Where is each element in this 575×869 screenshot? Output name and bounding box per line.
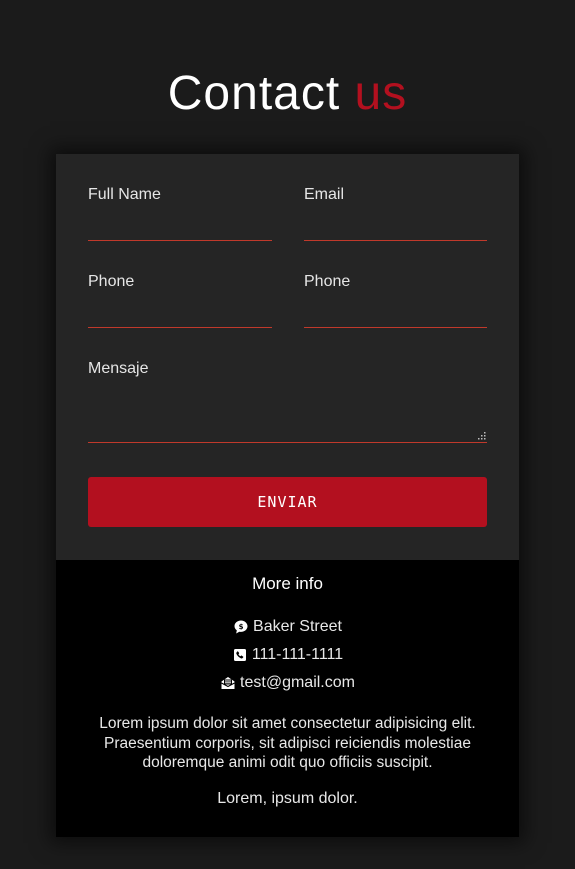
contact-card: Full Name Email Phone Phone Mensaje ENVI…: [56, 154, 519, 837]
phone-label: Phone: [88, 273, 135, 290]
phone-field-secondary[interactable]: Phone: [304, 273, 487, 328]
full-name-field[interactable]: Full Name: [88, 186, 272, 241]
more-info-title: More info: [252, 574, 323, 593]
message-label: Mensaje: [88, 360, 149, 377]
more-info-panel: More info $ Baker Street 111-111-1111 te…: [56, 560, 519, 837]
info-footer-text: Lorem, ipsum dolor.: [217, 790, 358, 807]
info-paragraph: Lorem ipsum dolor sit amet consectetur a…: [99, 715, 476, 771]
contact-page: Contact us Full Name Email Phone Phone M…: [0, 0, 575, 869]
phone-field[interactable]: Phone: [88, 273, 272, 328]
envelope-open-icon: [221, 677, 235, 689]
phone-text: 111-111-1111: [251, 646, 344, 663]
message-textarea[interactable]: Mensaje: [88, 360, 487, 443]
resize-grip-icon[interactable]: [478, 432, 486, 440]
address-text: Baker Street: [253, 618, 342, 635]
phone-label-secondary: Phone: [304, 273, 351, 290]
map-marker-bubble-icon: $: [234, 620, 248, 634]
email-label: Email: [304, 186, 345, 203]
contact-form: Full Name Email Phone Phone Mensaje ENVI…: [56, 154, 519, 560]
submit-button[interactable]: ENVIAR: [88, 477, 487, 527]
page-title: Contact us: [0, 66, 575, 122]
phone-square-icon: [233, 649, 246, 661]
svg-text:$: $: [239, 623, 244, 631]
email-field[interactable]: Email: [304, 186, 487, 241]
title-main: Contact: [167, 67, 341, 120]
email-text: test@gmail.com: [240, 674, 355, 691]
email-line: test@gmail.com: [56, 674, 519, 692]
full-name-label: Full Name: [88, 186, 161, 203]
title-accent: us: [354, 67, 408, 120]
phone-line: 111-111-1111: [56, 646, 519, 664]
address-line: $ Baker Street: [56, 618, 519, 636]
